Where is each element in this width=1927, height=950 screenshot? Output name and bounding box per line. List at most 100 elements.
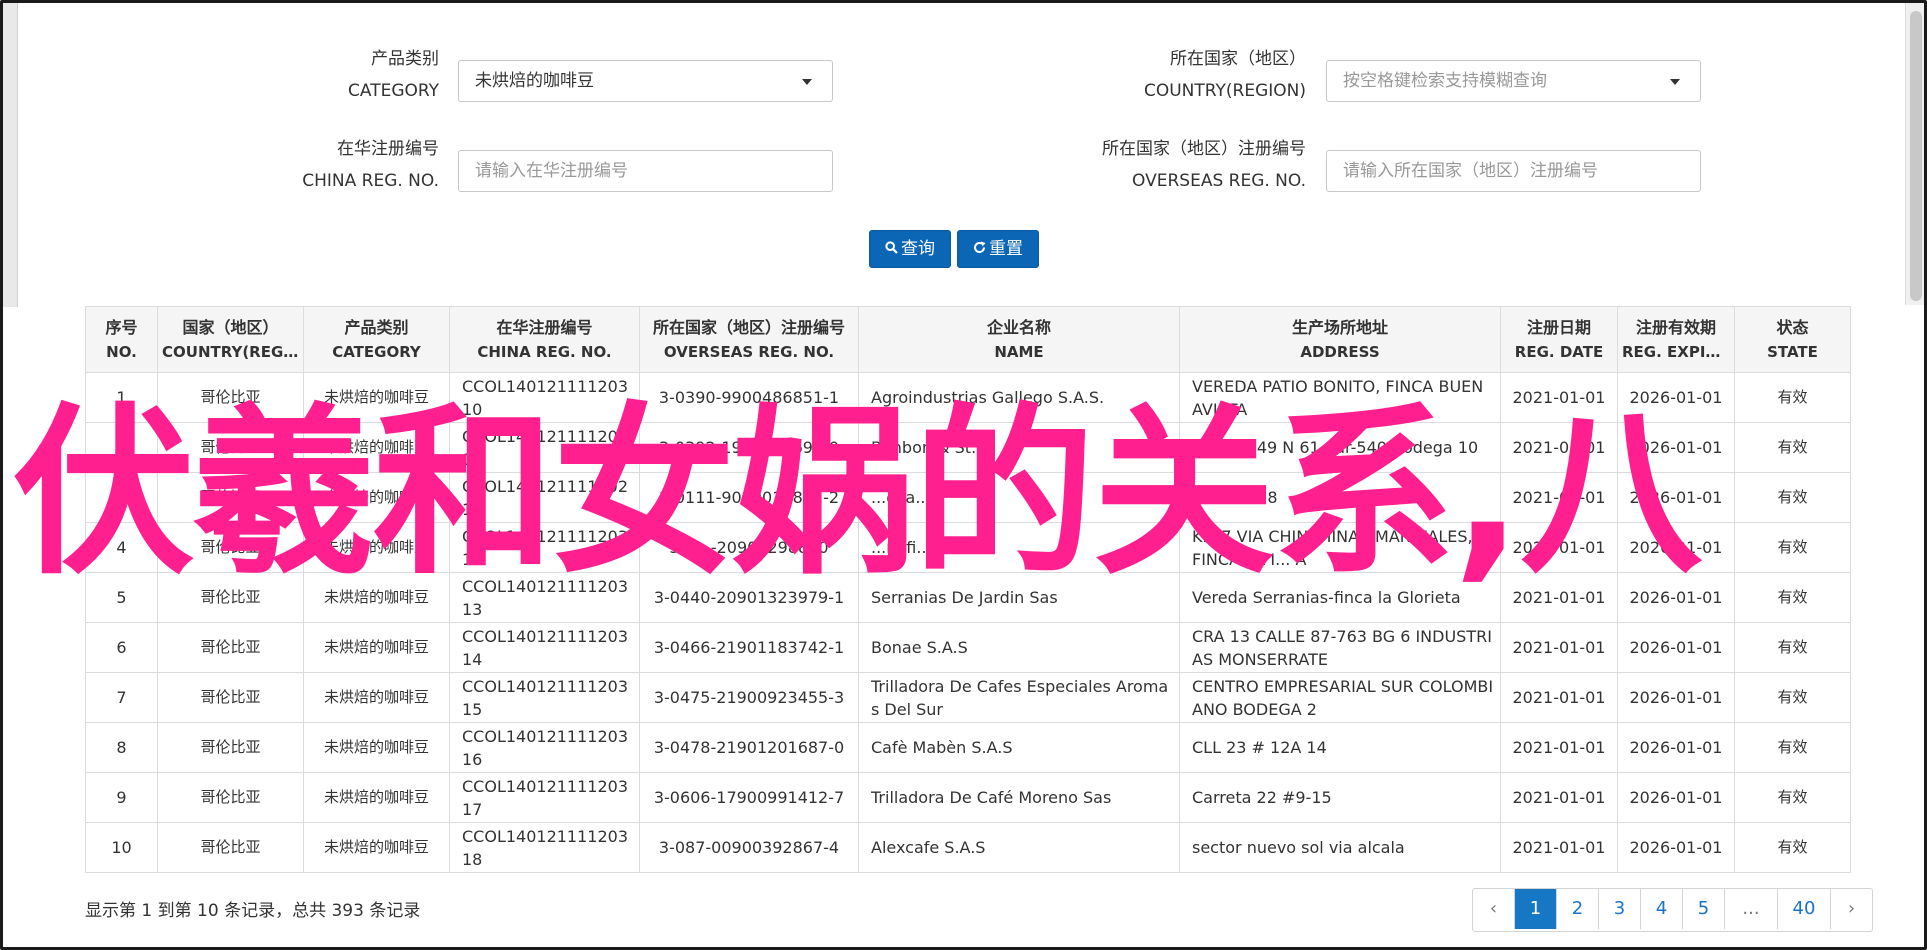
vertical-scrollbar[interactable] [1905, 3, 1924, 305]
table-row[interactable]: 6 哥伦比亚 未烘焙的咖啡豆 CCOL14012111120314 3-0466-219… [85, 622, 1851, 673]
table-cell: CCOL14012111120311 [449, 422, 640, 473]
table-cell: 2021-01-01 [1500, 522, 1618, 573]
table-cell: Cafè Mabèn S.A.S [858, 722, 1180, 773]
table-cell: 4 [85, 522, 158, 573]
page-button[interactable]: 5 [1683, 889, 1725, 929]
column-header: 所在国家（地区）注册编号 OVERSEAS REG. NO. [639, 306, 859, 373]
table-cell: 2021-01-01 [1500, 572, 1618, 623]
table-row[interactable]: 9 哥伦比亚 未烘焙的咖啡豆 CCOL14012111120317 3-0606-179… [85, 772, 1851, 823]
table-cell: Trilladora De Café Moreno Sas [858, 772, 1180, 823]
table-header-row: 序号NO.国家（地区）COUNTRY(REGIO...产品类别CATEGORY在… [85, 306, 1851, 373]
table-cell: CRA 13 CALLE 87-763 BG 6 INDUSTRIAS MONS… [1179, 622, 1501, 673]
table-cell: 未烘焙的咖啡豆 [303, 522, 450, 573]
table-cell: 哥伦比亚 [157, 822, 304, 873]
table-cell: 2021-01-01 [1500, 622, 1618, 673]
table-cell: 有效 [1734, 522, 1851, 573]
column-header: 状态 STATE [1734, 306, 1851, 373]
table-cell: 未烘焙的咖啡豆 [303, 672, 450, 723]
chevron-down-icon [1670, 79, 1680, 85]
table-cell: 未烘焙的咖啡豆 [303, 772, 450, 823]
registration-table: 序号NO.国家（地区）COUNTRY(REGIO...产品类别CATEGORY在… [85, 306, 1851, 873]
reset-button[interactable]: 重置 [957, 230, 1039, 268]
table-cell: KM 7 VIA CHINCHINA - MANIZALES, ... FINC… [1179, 522, 1501, 573]
table-cell: 3 [85, 472, 158, 523]
table-cell: 5 [85, 572, 158, 623]
table-cell: 6 [85, 622, 158, 673]
table-cell: 2026-01-01 [1617, 672, 1735, 723]
table-cell: 哥伦比亚 [157, 572, 304, 623]
page-button[interactable]: 40 [1778, 889, 1831, 929]
category-select-value: 未烘焙的咖啡豆 [475, 71, 594, 91]
country-select-placeholder: 按空格键检索支持模糊查询 [1343, 71, 1547, 91]
table-cell: 有效 [1734, 372, 1851, 423]
table-cell: 3-0...-20900298860 [639, 522, 859, 573]
table-cell: CLL 23 # 12A 14 [1179, 722, 1501, 773]
table-cell: 未烘焙的咖啡豆 [303, 372, 450, 423]
page-button[interactable]: 1 [1515, 889, 1557, 929]
table-cell: CCOL14012111120318 [449, 822, 640, 873]
table-cell: 未烘焙的咖啡豆 [303, 622, 450, 673]
table-cell: CCOL14012111120313 [449, 572, 640, 623]
pagination: ‹ 1 2 3 4 5... 40 › [1472, 888, 1873, 932]
table-cell: 未烘焙的咖啡豆 [303, 472, 450, 523]
search-button[interactable]: 查询 [869, 230, 951, 268]
prev-page-button[interactable]: ‹ [1473, 889, 1515, 929]
table-cell: Alexcafe S.A.S [858, 822, 1180, 873]
refresh-icon [973, 231, 986, 267]
chevron-down-icon [802, 79, 812, 85]
table-cell: 有效 [1734, 722, 1851, 773]
table-cell: 2021-01-01 [1500, 472, 1618, 523]
table-cell: VEREDA PATIO BONITO, FINCA BUEN AVISTA [1179, 372, 1501, 423]
table-cell: 3-0392-1990058690-0 [639, 422, 859, 473]
page-button[interactable]: ... [1725, 889, 1778, 929]
column-header: 在华注册编号 CHINA REG. NO. [449, 306, 640, 373]
search-icon [885, 231, 898, 267]
table-cell: ...oya... [858, 472, 1180, 523]
table-cell: Vereda Serranias-finca la Glorieta [1179, 572, 1501, 623]
table-cell: 2026-01-01 [1617, 622, 1735, 673]
page-frame: 产品类别 CATEGORY 未烘焙的咖啡豆 所在国家（地区） COUNTRY(R… [0, 0, 1927, 950]
china-reg-input[interactable]: 请输入在华注册编号 [458, 150, 833, 192]
overseas-reg-input[interactable]: 请输入所在国家（地区）注册编号 [1326, 150, 1701, 192]
table-cell: 哥伦比亚 [157, 372, 304, 423]
table-row[interactable]: 5 哥伦比亚 未烘焙的咖啡豆 CCOL14012111120313 3-0440-209… [85, 572, 1851, 623]
table-cell: 2026-01-01 [1617, 822, 1735, 873]
table-cell: 2021-01-01 [1500, 422, 1618, 473]
category-select[interactable]: 未烘焙的咖啡豆 [458, 60, 833, 102]
page-button[interactable]: 2 [1557, 889, 1599, 929]
column-header: 生产场所地址 ADDRESS [1179, 306, 1501, 373]
table-cell: CCOL14012111120315 [449, 672, 640, 723]
category-label: 产品类别 CATEGORY [348, 49, 439, 101]
table-cell: 哥伦比亚 [157, 472, 304, 523]
table-cell: 10 [85, 822, 158, 873]
overseas-reg-label: 所在国家（地区）注册编号 OVERSEAS REG. NO. [1102, 139, 1306, 191]
table-row[interactable]: 3 哥伦比亚 未烘焙的咖啡豆 CCOL14012111120211 3-0111-908… [85, 472, 1851, 523]
table-row[interactable]: 7 哥伦比亚 未烘焙的咖啡豆 CCOL14012111120315 3-0475-219… [85, 672, 1851, 723]
table-cell: 2021-01-01 [1500, 722, 1618, 773]
table-row[interactable]: 2 哥伦比亚 未烘焙的咖啡豆 CCOL14012111120311 3-0392-199… [85, 422, 1851, 473]
table-cell: 有效 [1734, 622, 1851, 673]
table-cell: Bonae S.A.S [858, 622, 1180, 673]
table-cell: 有效 [1734, 672, 1851, 723]
table-cell: 哥伦比亚 [157, 622, 304, 673]
page-button[interactable]: 4 [1641, 889, 1683, 929]
next-page-button[interactable]: › [1831, 889, 1872, 929]
overseas-reg-placeholder: 请输入所在国家（地区）注册编号 [1343, 161, 1598, 181]
scrollbar-thumb[interactable] [1910, 11, 1922, 301]
table-cell: 2021-01-01 [1500, 822, 1618, 873]
country-select[interactable]: 按空格键检索支持模糊查询 [1326, 60, 1701, 102]
table-row[interactable]: 8 哥伦比亚 未烘焙的咖啡豆 CCOL14012111120316 3-0478-219… [85, 722, 1851, 773]
table-cell: 2026-01-01 [1617, 372, 1735, 423]
table-cell: 2026-01-01 [1617, 472, 1735, 523]
table-row[interactable]: 4 哥伦比亚 未烘焙的咖啡豆 CCOL14012111120312 3-0...-209… [85, 522, 1851, 573]
china-reg-label: 在华注册编号 CHINA REG. NO. [302, 139, 439, 191]
table-cell: Trilladora De Cafes Especiales Aromas De… [858, 672, 1180, 723]
table-cell: Carrera 49 N 61 Sur-540 Bodega 10 [1179, 422, 1501, 473]
table-cell: 有效 [1734, 772, 1851, 823]
table-row[interactable]: 1 哥伦比亚 未烘焙的咖啡豆 CCOL14012111120310 3-0390-990… [85, 372, 1851, 423]
page-button[interactable]: 3 [1599, 889, 1641, 929]
table-cell: 有效 [1734, 422, 1851, 473]
table-row[interactable]: 10 哥伦比亚 未烘焙的咖啡豆 CCOL14012111120318 3-087-009… [85, 822, 1851, 873]
table-cell: 3-0475-21900923455-3 [639, 672, 859, 723]
table-cell: 2021-01-01 [1500, 672, 1618, 723]
